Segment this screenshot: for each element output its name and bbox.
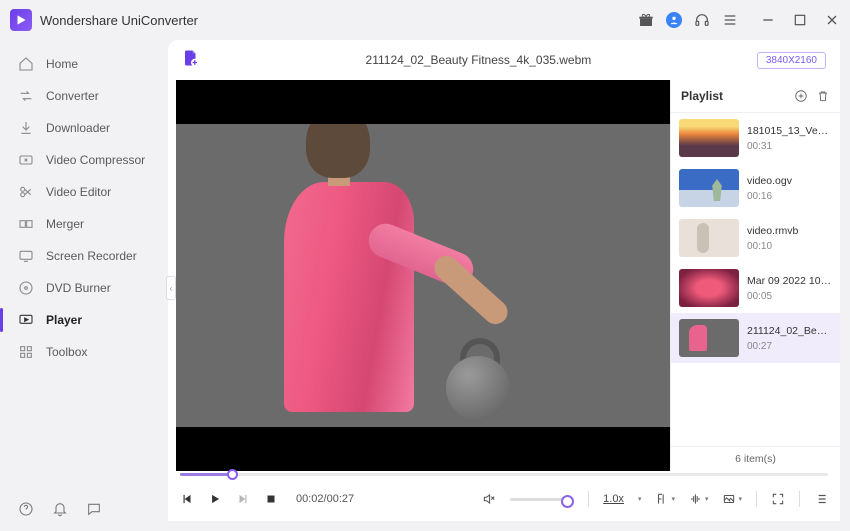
maximize-icon[interactable] [792,12,808,28]
main-panel: 211124_02_Beauty Fitness_4k_035.webm 384… [168,40,840,521]
hamburger-icon[interactable] [722,12,738,28]
progress-bar[interactable] [180,473,828,476]
fullscreen-button[interactable] [771,492,785,506]
sidebar-item-editor[interactable]: Video Editor [0,176,168,208]
gift-icon[interactable] [638,12,654,28]
playlist-item[interactable]: 211124_02_Beau... 00:27 [671,313,840,363]
playlist-count: 6 item(s) [671,446,840,471]
playlist-thumbnail [679,169,739,207]
sidebar-label: Screen Recorder [46,249,137,263]
sidebar-label: Player [46,313,82,327]
mute-icon[interactable] [482,492,496,506]
add-file-button[interactable] [182,49,200,72]
sidebar-item-player[interactable]: Player [0,304,168,336]
prev-button[interactable] [180,492,194,506]
playlist-thumbnail [679,219,739,257]
sidebar-item-recorder[interactable]: Screen Recorder [0,240,168,272]
sidebar-item-toolbox[interactable]: Toolbox [0,336,168,368]
minimize-icon[interactable] [760,12,776,28]
sidebar-label: Converter [46,89,99,103]
sidebar-item-merger[interactable]: Merger [0,208,168,240]
sidebar-item-downloader[interactable]: Downloader [0,112,168,144]
playlist-thumbnail [679,269,739,307]
app-title: Wondershare UniConverter [40,13,198,28]
sidebar-item-compressor[interactable]: Video Compressor [0,144,168,176]
playlist-item-duration: 00:27 [747,341,832,352]
player-controls: 00:02/00:27 1.0x ▾ ▾ ▾ ▾ [168,471,840,521]
playlist-item-name: 211124_02_Beau... [747,325,832,337]
playlist-item-duration: 00:31 [747,141,832,152]
sidebar-item-home[interactable]: Home [0,48,168,80]
volume-slider[interactable] [510,498,574,501]
video-viewport[interactable] [176,80,670,471]
sidebar-label: Toolbox [46,345,87,359]
audio-track-button[interactable]: ▾ [689,492,709,506]
playlist-item-name: Mar 09 2022 10_... [747,275,832,287]
playlist-item[interactable]: Mar 09 2022 10_... 00:05 [671,263,840,313]
close-icon[interactable] [824,12,840,28]
playback-rate[interactable]: 1.0x [603,493,624,505]
time-display: 00:02/00:27 [296,493,354,505]
playlist-panel: Playlist 181015_13_Venic... 00:31 video.o… [670,80,840,471]
subtitle-button[interactable]: ▾ [655,492,675,506]
screenshot-button[interactable]: ▾ [722,492,742,506]
playlist-item[interactable]: video.rmvb 00:10 [671,213,840,263]
help-icon[interactable] [18,501,34,517]
sidebar-label: DVD Burner [46,281,111,295]
playlist-add-icon[interactable] [794,89,808,103]
playlist-item-duration: 00:05 [747,291,832,302]
playlist-item-name: video.ogv [747,175,792,187]
resolution-badge[interactable]: 3840X2160 [757,52,826,69]
playlist-item[interactable]: 181015_13_Venic... 00:31 [671,113,840,163]
playlist-item-name: 181015_13_Venic... [747,125,832,137]
sidebar-label: Downloader [46,121,110,135]
playlist-item-duration: 00:10 [747,241,798,252]
next-button[interactable] [236,492,250,506]
headset-icon[interactable] [694,12,710,28]
user-avatar-icon[interactable] [666,12,682,28]
playlist-title: Playlist [681,89,786,103]
sidebar-label: Video Compressor [46,153,145,167]
playlist-item-duration: 00:16 [747,191,792,202]
playlist-thumbnail [679,319,739,357]
playlist-item-name: video.rmvb [747,225,798,237]
feedback-icon[interactable] [86,501,102,517]
collapse-sidebar-button[interactable]: ‹ [166,276,176,300]
playlist-item[interactable]: video.ogv 00:16 [671,163,840,213]
play-button[interactable] [208,492,222,506]
sidebar-item-converter[interactable]: Converter [0,80,168,112]
playlist-delete-icon[interactable] [816,89,830,103]
stop-button[interactable] [264,492,278,506]
playlist-thumbnail [679,119,739,157]
app-logo [10,9,32,31]
sidebar: Home Converter Downloader Video Compress… [0,40,168,531]
video-frame [176,124,670,427]
playlist-toggle-button[interactable] [814,492,828,506]
sidebar-label: Video Editor [46,185,111,199]
bell-icon[interactable] [52,501,68,517]
chevron-down-icon[interactable]: ▾ [638,495,642,503]
sidebar-label: Merger [46,217,84,231]
sidebar-item-dvd[interactable]: DVD Burner [0,272,168,304]
sidebar-label: Home [46,57,78,71]
title-bar: Wondershare UniConverter [0,0,850,40]
current-file-title: 211124_02_Beauty Fitness_4k_035.webm [200,53,757,67]
